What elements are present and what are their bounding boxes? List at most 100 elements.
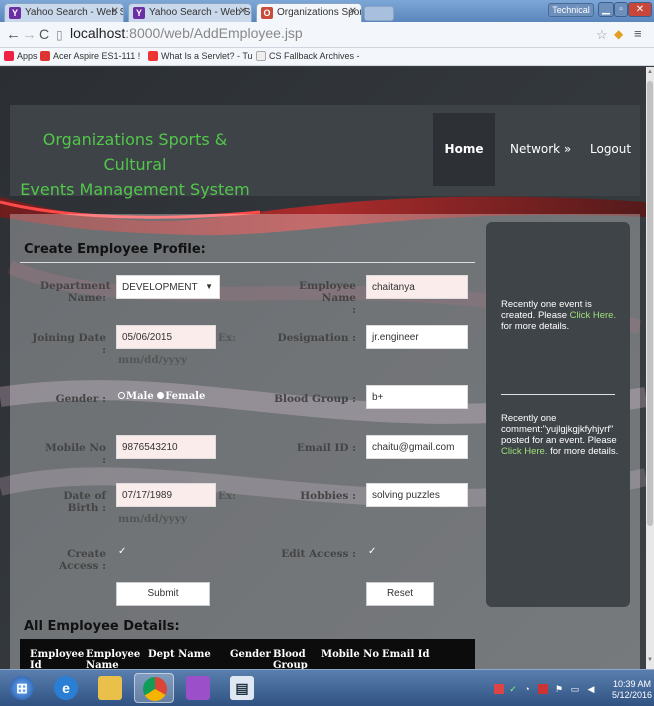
close-tab-icon[interactable]: ✕ (111, 6, 119, 17)
designation-label: Designation : (277, 332, 356, 344)
blood-group-input[interactable]: b+ (366, 385, 468, 409)
column-label: Mobile No (321, 649, 379, 660)
label-line: Employee Name (299, 280, 356, 304)
reload-icon[interactable]: C (39, 26, 49, 42)
column-blood-group[interactable]: Blood Group (273, 649, 308, 669)
employee-table-header: Employee Id Employee Name Dept Name Gender… (20, 639, 475, 669)
create-employee-title: Create Employee Profile: (24, 242, 206, 257)
menu-icon[interactable]: ≡ (634, 26, 642, 41)
taskbar-chrome[interactable] (134, 673, 174, 703)
taskbar-notepad[interactable]: ▤ (222, 673, 262, 703)
nav-home[interactable]: Home (433, 113, 495, 186)
gender-male-radio[interactable]: Male (118, 391, 154, 402)
site-title[interactable]: Organizations Sports & Cultural Events M… (10, 127, 260, 202)
site-title-line2: Events Management System (20, 180, 250, 199)
bookmark-servlet[interactable]: What Is a Servlet? - Tu (148, 51, 253, 61)
department-label: Department Name: (40, 280, 111, 304)
joining-date-label: Joining Date : (32, 332, 106, 356)
scroll-down-icon[interactable]: ▼ (647, 657, 653, 663)
column-employee-id[interactable]: Employee Id (30, 649, 84, 669)
maximize-icon[interactable]: ▫ (614, 2, 628, 17)
bookmark-label: What Is a Servlet? - Tu (161, 51, 253, 61)
tray-volume-icon[interactable]: ◀ (586, 684, 596, 694)
tray-app-icon[interactable] (538, 684, 548, 694)
column-gender[interactable]: Gender (230, 649, 271, 660)
notice-text: for more details. (547, 446, 619, 457)
bookmark-apps[interactable]: Apps (4, 51, 38, 61)
taskbar-explorer[interactable] (90, 673, 130, 703)
web-page: Organizations Sports & Cultural Events M… (0, 67, 646, 669)
column-label: Employee (86, 649, 141, 660)
taskbar-ie[interactable]: e (46, 673, 86, 703)
tray-antivirus-icon[interactable] (494, 684, 504, 694)
gender-male-label: Male (126, 391, 154, 402)
page-scrollbar[interactable]: ▲ ▼ (646, 67, 654, 669)
bookmark-acer[interactable]: Acer Aspire ES1-111 ! (40, 51, 140, 61)
back-arrow-icon[interactable]: ← (6, 26, 21, 43)
hobbies-input[interactable]: solving puzzles (366, 483, 468, 507)
department-select[interactable]: DEVELOPMENT ▼ (116, 275, 220, 299)
email-input[interactable]: chaitu@gmail.com (366, 435, 468, 459)
employee-name-input[interactable]: chaitanya (366, 275, 468, 299)
dob-hint: Ex: (218, 490, 237, 502)
column-mobile-no[interactable]: Mobile No (321, 649, 379, 660)
site-title-line1: Organizations Sports & Cultural (42, 130, 228, 174)
close-window-icon[interactable]: ✕ (628, 2, 652, 17)
forward-arrow-icon[interactable]: → (22, 26, 37, 43)
page-favicon-icon: O (261, 7, 273, 19)
page-icon (256, 51, 266, 61)
nav-network[interactable]: Network » (510, 113, 571, 186)
windows-logo-icon: ⊞ (10, 676, 34, 700)
designation-input[interactable]: jr.engineer (366, 325, 468, 349)
bookmark-cs-fallback[interactable]: CS Fallback Archives - (256, 51, 360, 61)
close-tab-icon[interactable]: ✕ (349, 6, 357, 17)
column-email-id[interactable]: Email Id (382, 649, 429, 660)
gender-radio-group: Male Female (118, 391, 205, 402)
tray-network-icon[interactable]: ◔ (522, 684, 532, 694)
clock-date: 5/12/2016 (612, 690, 653, 700)
browser-tab-yahoo-1[interactable]: Y Yahoo Search - Web Sear ✕ (4, 3, 124, 22)
mobile-label: Mobile No : (45, 442, 106, 466)
notice-text: Recently one comment:"yujlgjkgjkfyhjyrf"… (501, 413, 617, 446)
extension-icon[interactable]: ◆ (614, 27, 623, 41)
system-clock[interactable]: 10:39 AM 5/12/2016 (612, 679, 652, 701)
close-tab-icon[interactable]: ✕ (239, 6, 247, 17)
start-button[interactable]: ⊞ (2, 673, 42, 703)
tray-check-icon[interactable]: ✓ (508, 684, 518, 694)
joining-date-input[interactable]: 05/06/2015 (116, 325, 216, 349)
bookmark-label: Apps (17, 51, 38, 61)
edit-access-checkbox[interactable]: ✓ (368, 546, 376, 557)
mobile-input[interactable]: 9876543210 (116, 435, 216, 459)
reset-button[interactable]: Reset (366, 582, 434, 606)
taskbar-app[interactable] (178, 673, 218, 703)
event-details-link[interactable]: Click Here. (570, 310, 616, 321)
column-dept-name[interactable]: Dept Name (148, 649, 211, 660)
gender-female-radio[interactable]: Female (157, 391, 205, 402)
column-label: Employee (30, 649, 85, 660)
snapdeal-icon (40, 51, 50, 61)
scrollbar-thumb[interactable] (647, 81, 653, 526)
divider (20, 262, 475, 263)
column-label: Group (273, 660, 308, 669)
column-employee-name[interactable]: Employee Name (86, 649, 140, 669)
tray-monitor-icon[interactable]: ▭ (570, 684, 580, 694)
dob-input[interactable]: 07/17/1989 (116, 483, 216, 507)
nav-logout[interactable]: Logout (590, 113, 631, 186)
comment-notice: Recently one comment:"yujlgjkgjkfyhjyrf"… (501, 413, 625, 457)
profile-badge[interactable]: Technical (548, 3, 594, 17)
tray-flag-icon[interactable]: ⚑ (554, 684, 564, 694)
browser-tab-yahoo-2[interactable]: Y Yahoo Search - Web Sear ✕ (128, 3, 252, 22)
label-line: Department (40, 280, 111, 292)
comment-details-link[interactable]: Click Here. (501, 446, 547, 457)
url-input[interactable]: localhost:8000/web/AddEmployee.jsp (70, 25, 303, 41)
scroll-up-icon[interactable]: ▲ (647, 69, 653, 75)
browser-tab-organizations[interactable]: O Organizations Sports & C ✕ (256, 3, 362, 22)
bookmark-label: CS Fallback Archives - (269, 51, 360, 61)
create-access-checkbox[interactable]: ✓ (118, 546, 126, 557)
bookmark-star-icon[interactable]: ☆ (596, 27, 608, 43)
notepad-icon: ▤ (230, 676, 254, 700)
divider (501, 394, 615, 395)
minimize-icon[interactable]: ▁ (598, 2, 614, 17)
new-tab-button[interactable] (364, 6, 394, 21)
submit-button[interactable]: Submit (116, 582, 210, 606)
